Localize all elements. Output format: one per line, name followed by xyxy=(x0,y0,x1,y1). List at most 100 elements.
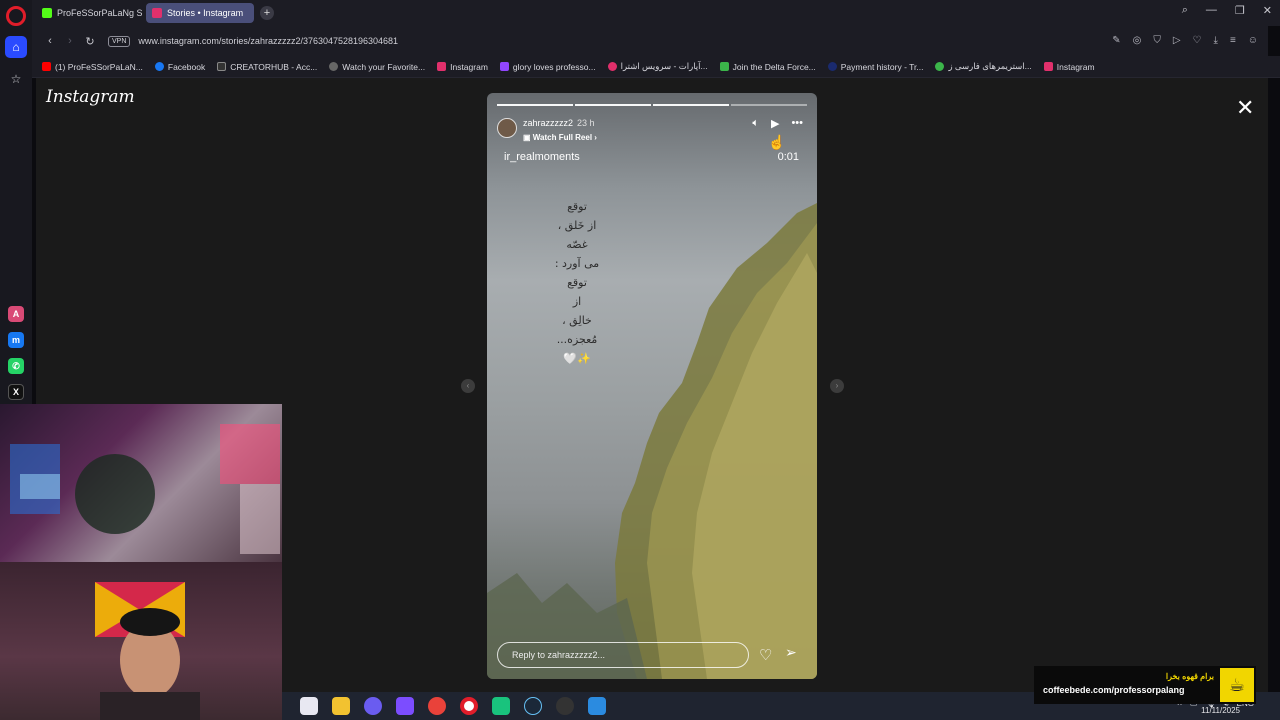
story-viewer[interactable]: zahrazzzzz2 23 h ▣ Watch Full Reel › 🔈︎ ▶… xyxy=(487,93,817,679)
taskbar-date[interactable]: 11/11/2025 xyxy=(1201,706,1240,715)
screen: ⌂ ☆ A m ✆ X ≋ ProFeSSorPaLaNg Stream Sto… xyxy=(0,0,1280,720)
window-controls: ⌕ — ❐ ✕ xyxy=(1182,4,1272,17)
facebook-icon xyxy=(154,62,164,71)
payment-icon xyxy=(827,62,837,71)
donation-banner: برام قهوه بخرا coffeebede.com/professorp… xyxy=(1034,666,1256,704)
discord-icon[interactable] xyxy=(364,697,382,715)
streamlabs-icon[interactable] xyxy=(492,697,510,715)
forward-icon[interactable]: › xyxy=(60,35,80,47)
watch-full-reel-label: Watch Full Reel xyxy=(532,133,593,142)
new-tab-button[interactable]: + xyxy=(260,6,274,20)
tab-instagram-stories[interactable]: Stories • Instagram xyxy=(146,3,254,23)
watch-full-reel-link[interactable]: ▣ Watch Full Reel › xyxy=(523,133,597,142)
bookmark-label: (1) ProFeSSorPaLaN... xyxy=(55,61,143,72)
playback-time: 0:01 xyxy=(777,151,799,163)
next-story-button[interactable]: › xyxy=(830,379,844,393)
reel-icon: ▣ xyxy=(523,133,533,142)
obs-icon[interactable] xyxy=(556,697,574,715)
profile-icon[interactable]: ☺ xyxy=(1248,35,1258,46)
bookmark-item[interactable]: Watch your Favorite... xyxy=(329,62,425,72)
instagram-logo[interactable]: Instagram xyxy=(46,87,135,107)
close-story-button[interactable]: ✕ xyxy=(1236,95,1254,121)
send-icon[interactable]: ➢ xyxy=(785,644,797,661)
aparat-icon xyxy=(607,62,617,71)
url-field[interactable]: www.instagram.com/stories/zahrazzzzz2/37… xyxy=(138,36,398,46)
story-username[interactable]: zahrazzzzz2 xyxy=(523,118,573,128)
story-header: zahrazzzzz2 23 h ▣ Watch Full Reel › xyxy=(497,113,597,142)
back-icon[interactable]: ‹ xyxy=(40,35,60,47)
like-heart-icon[interactable]: ♡ xyxy=(759,646,772,664)
instagram-icon xyxy=(152,8,162,18)
tab-strip: ProFeSSorPaLaNg Stream Stories • Instagr… xyxy=(32,0,1280,26)
heart-icon[interactable]: ♡ xyxy=(1193,35,1202,46)
minimize-button[interactable]: — xyxy=(1206,4,1217,17)
star-icon[interactable]: ☆ xyxy=(5,68,27,90)
webcam-room-view xyxy=(0,404,282,562)
search-icon[interactable]: ⌕ xyxy=(1182,4,1188,17)
avatar[interactable] xyxy=(497,117,517,138)
kick-icon xyxy=(42,8,52,18)
webcam-streamer-image xyxy=(95,582,200,720)
music-attribution[interactable]: ir_realmoments xyxy=(504,151,580,163)
app-icon[interactable] xyxy=(396,697,414,715)
mouse-cursor-icon: ☝ xyxy=(768,134,786,150)
x-icon[interactable]: X xyxy=(8,384,24,400)
story-time: 23 h xyxy=(577,118,595,128)
bookmark-item[interactable]: Facebook xyxy=(154,62,205,72)
vpn-badge[interactable]: VPN xyxy=(108,35,131,47)
poem-line: می آورد : xyxy=(554,257,600,270)
bookmark-item[interactable]: Instagram xyxy=(1043,61,1095,72)
opera-logo[interactable] xyxy=(6,6,26,26)
messenger-icon[interactable]: m xyxy=(8,332,24,348)
menu-icon[interactable]: ≡ xyxy=(1230,35,1236,46)
whatsapp-icon[interactable]: ✆ xyxy=(8,358,24,374)
twitch-icon xyxy=(499,62,509,71)
download-icon[interactable]: ⤓ xyxy=(1214,35,1218,46)
bookmark-item[interactable]: (1) ProFeSSorPaLaN... xyxy=(42,62,143,72)
folder-icon[interactable] xyxy=(332,697,350,715)
close-window-button[interactable]: ✕ xyxy=(1263,4,1272,17)
bookmark-label: استریمرهای فارسی ز... xyxy=(948,61,1032,71)
bookmark-label: Watch your Favorite... xyxy=(342,61,426,72)
youtube-icon xyxy=(42,62,51,71)
bookmark-item[interactable]: آپارات - سرویس اشترا... xyxy=(607,61,708,72)
poem-line: مُعجزه... xyxy=(556,333,598,346)
reply-input[interactable]: Reply to zahrazzzzz2... xyxy=(497,642,749,668)
instagram-icon xyxy=(1043,62,1053,71)
steam-icon[interactable] xyxy=(524,697,542,715)
creatorhub-icon xyxy=(217,62,227,71)
address-bar-actions: ✎ ◎ ⛉ ▷ ♡ ⤓ ≡ ☺ xyxy=(1112,35,1258,46)
camera-icon[interactable]: ◎ xyxy=(1133,35,1142,46)
more-options-icon[interactable]: ••• xyxy=(791,117,803,130)
bookmark-item[interactable]: CREATORHUB - Acc... xyxy=(217,62,317,72)
aria-icon[interactable]: A xyxy=(8,306,24,322)
bookmark-item[interactable]: Payment history - Tr... xyxy=(827,61,924,72)
tab-kick-stream[interactable]: ProFeSSorPaLaNg Stream xyxy=(36,3,142,23)
progress-segment xyxy=(575,104,651,106)
app-icon[interactable] xyxy=(588,697,606,715)
bookmark-label: Payment history - Tr... xyxy=(840,61,924,72)
bookmark-label: Instagram xyxy=(1056,61,1095,72)
progress-segment xyxy=(731,104,807,106)
speaker-icon[interactable]: 🔈︎ xyxy=(752,117,759,130)
file-icon[interactable] xyxy=(300,697,318,715)
home-icon[interactable]: ⌂ xyxy=(5,36,27,58)
shield-icon[interactable]: ⛉ xyxy=(1153,35,1161,46)
bookmark-item[interactable]: Instagram xyxy=(437,62,488,72)
previous-story-button[interactable]: ‹ xyxy=(461,379,475,393)
maximize-button[interactable]: ❐ xyxy=(1235,4,1245,17)
reload-icon[interactable]: ↻ xyxy=(80,35,100,48)
edit-icon[interactable]: ✎ xyxy=(1112,35,1120,46)
progress-segment xyxy=(497,104,573,106)
play-icon[interactable]: ▶ xyxy=(771,117,779,130)
bookmark-item[interactable]: glory loves professo... xyxy=(499,62,596,72)
bookmark-label: CREATORHUB - Acc... xyxy=(230,61,318,72)
poem-line: توقع xyxy=(567,200,587,213)
story-controls: 🔈︎ ▶ ••• xyxy=(752,117,803,130)
bookmark-label: آپارات - سرویس اشترا... xyxy=(620,61,708,71)
bookmark-item[interactable]: Join the Delta Force... xyxy=(719,62,816,72)
opera-icon[interactable] xyxy=(460,697,478,715)
bookmark-item[interactable]: استریمرهای فارسی ز... xyxy=(935,61,1032,72)
play-icon[interactable]: ▷ xyxy=(1173,35,1181,46)
chrome-icon[interactable] xyxy=(428,697,446,715)
